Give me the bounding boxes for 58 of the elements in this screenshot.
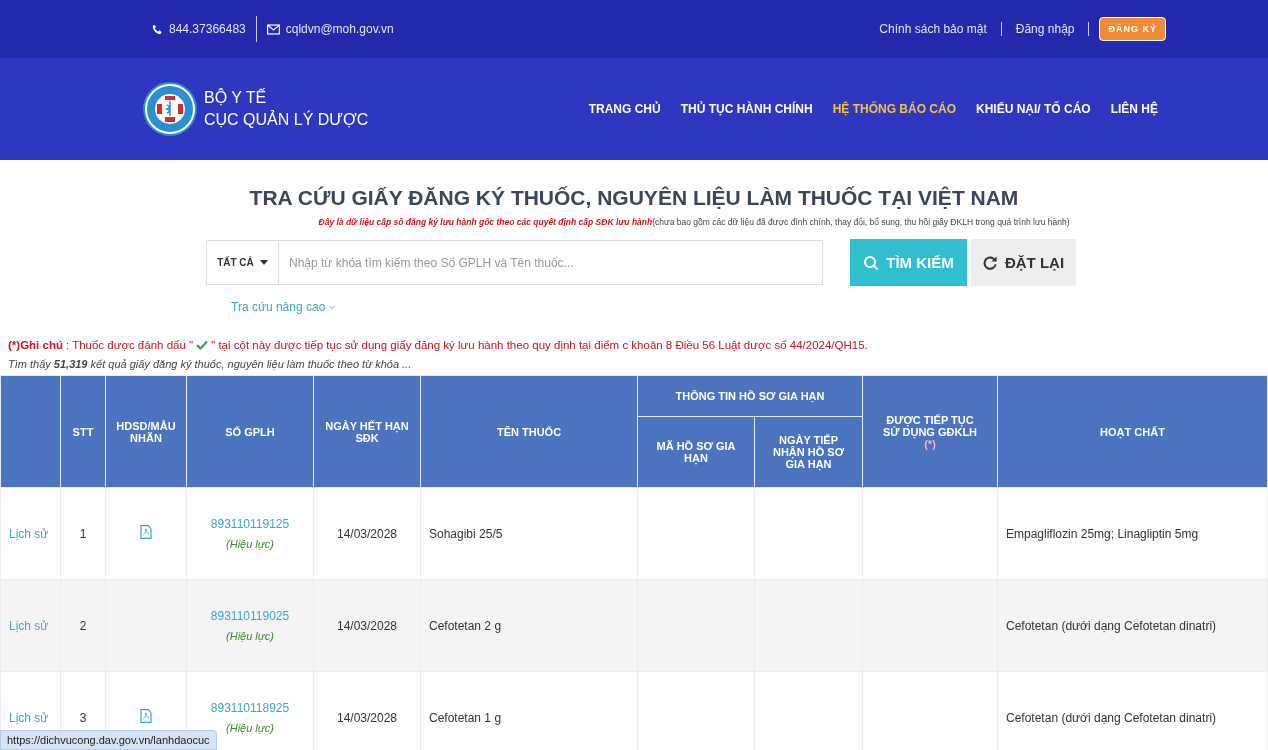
- table-header-cell: MÃ HỒ SƠ GIA HẠN: [637, 416, 755, 488]
- status-label: (Hiệu lực): [226, 722, 274, 734]
- table-header-cell: SỐ GPLH: [186, 375, 314, 488]
- status-label: (Hiệu lực): [226, 538, 274, 550]
- table-cell: Sohagibi 25/5: [420, 487, 638, 580]
- license-number-link[interactable]: 893110119125: [210, 517, 290, 531]
- caret-icon: [259, 260, 268, 265]
- org-name: BỘ Y TẾ: [204, 87, 268, 108]
- top-link[interactable]: Đăng nhập: [1015, 22, 1075, 36]
- nav-link[interactable]: TRANG CHỦ: [588, 102, 661, 116]
- note-text: " tại cột này được tiếp tục sử dụng giấy đăng ký lưu hành theo quy định tại điểm c khoản 8 Điều 56 Luật dược số 44/2024/QH15.: [211, 339, 868, 351]
- table-header-cell: THÔNG TIN HỒ SƠ GIA HẠN: [637, 375, 863, 417]
- status-label: (Hiệu lực): [226, 630, 274, 642]
- result-summary: Tìm thấy 51,319 kết quả giấy đăng ký thuốc, nguyên liệu làm thuốc theo từ khóa ...: [8, 358, 413, 370]
- phone-icon: [152, 23, 163, 35]
- table-cell: Empagliflozin 25mg; Linagliptin 5mg: [997, 487, 1268, 580]
- nav-link[interactable]: LIÊN HỆ: [1110, 102, 1158, 116]
- table-cell: Cefotetan (dưới dạng Cefotetan dinatri): [997, 579, 1268, 672]
- table-cell: 14/03/2028: [313, 579, 421, 672]
- mail-icon: [266, 23, 280, 35]
- history-link[interactable]: Lịch sử: [9, 526, 49, 541]
- table-header-cell: STT: [60, 375, 106, 488]
- table-header-cell: TÊN THUỐC: [420, 375, 638, 488]
- table-cell: Cefotetan 2 g: [420, 579, 638, 672]
- search-field[interactable]: TẤT CẢ Nhập từ khóa tìm kiếm theo Số GPLH và Tên thuốc...: [206, 240, 823, 285]
- table-cell: 2: [60, 579, 106, 672]
- table-header-cell: NGÀY HẾT HẠN SĐK: [313, 375, 421, 488]
- nav-link[interactable]: HỆ THỐNG BÁO CÁO: [832, 102, 956, 116]
- table-header-cell: HDSD/MẪU NHÃN: [105, 375, 187, 488]
- nav-link[interactable]: KHIẾU NẠI/ TỐ CÁO: [976, 102, 1091, 116]
- pdf-icon[interactable]: [140, 709, 152, 723]
- page-title: TRA CỨU GIẤY ĐĂNG KÝ THUỐC, NGUYÊN LIỆU LÀM THUỐC TẠI VIỆT NAM: [249, 186, 1019, 210]
- pdf-icon[interactable]: [140, 525, 152, 539]
- check-icon: [196, 340, 209, 350]
- reset-button[interactable]: ĐẶT LẠI: [971, 239, 1076, 286]
- org-name: CỤC QUẢN LÝ DƯỢC: [204, 109, 369, 130]
- chevron-icon: [329, 304, 337, 310]
- subtitle-text: (chưa bao gồm các dữ liệu đã được đính chính, thay đổi, bổ sung, thu hồi giấy ĐKLH trong quá trình lưu hành): [652, 217, 1070, 227]
- status-bar-url: https://dichvucong.dav.gov.vn/lanhdaocuc: [0, 730, 217, 750]
- subtitle-highlight: Đây là dữ liệu cấp số đăng ký lưu hành gốc theo các quyết định cấp SĐK lưu hành: [318, 217, 653, 227]
- license-number-link[interactable]: 893110118925: [210, 701, 290, 715]
- table-header-cell: NGÀY TIẾP NHẬN HỒ SƠ GIA HẠN: [754, 416, 863, 488]
- table-cell: 14/03/2028: [313, 487, 421, 580]
- required-marker: (*): [924, 437, 936, 450]
- search-icon: [863, 254, 880, 271]
- table-cell: 1: [60, 487, 106, 580]
- table-header-text: ĐƯỢC TIẾP TỤC SỬ DỤNG GĐKLH: [881, 413, 979, 438]
- note-text: : Thuốc được đánh dấu ": [65, 339, 194, 351]
- reload-icon: [982, 255, 998, 270]
- email-address: cqldvn@moh.gov.vn: [285, 22, 394, 36]
- note-label: (*)Ghi chú: [8, 339, 63, 351]
- history-link[interactable]: Lịch sử: [9, 710, 49, 725]
- phone-number: 844.37366483: [169, 22, 246, 36]
- table-header-cell: HOẠT CHẤT: [997, 375, 1268, 488]
- nav-link[interactable]: THỦ TỤC HÀNH CHÍNH: [680, 102, 813, 116]
- top-link[interactable]: Chính sách bảo mật: [879, 22, 987, 36]
- advanced-search-link[interactable]: Tra cứu nâng cao: [231, 300, 337, 314]
- logo-icon: [142, 81, 198, 137]
